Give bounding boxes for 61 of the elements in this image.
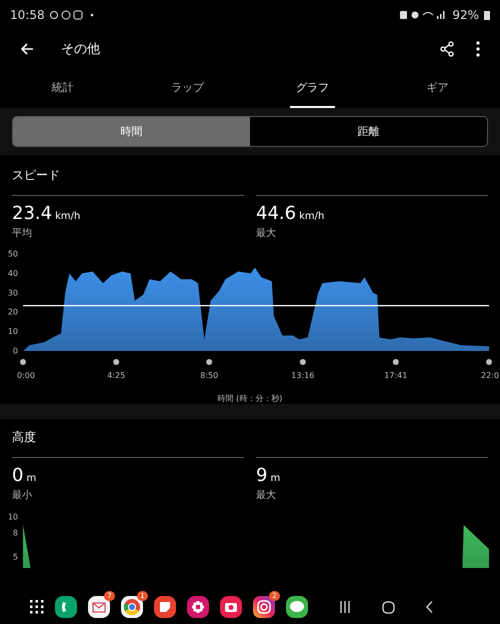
share-icon[interactable] <box>440 41 454 57</box>
back-nav-icon[interactable] <box>426 601 433 613</box>
x-tick-dot <box>300 359 306 365</box>
stat-unit: km/h <box>55 211 80 222</box>
system-icons <box>399 10 448 20</box>
screen-title: その他 <box>61 41 100 58</box>
x-tick-label: 22:0 <box>481 371 499 380</box>
home-icon[interactable] <box>382 600 395 614</box>
stat-value: 9 <box>256 465 268 486</box>
segment-button[interactable]: 時間 <box>13 117 250 146</box>
x-tick-dot <box>113 359 120 365</box>
recent-apps-icon[interactable] <box>339 601 351 613</box>
stat-label: 平均 <box>12 227 32 240</box>
camera-app-icon[interactable] <box>253 596 275 618</box>
flower-app-icon[interactable] <box>187 596 209 618</box>
x-tick-label: 8:50 <box>200 371 218 380</box>
y-tick-label: 50 <box>8 250 18 258</box>
section-title: 高度 <box>12 429 37 446</box>
x-tick-label: 17:41 <box>384 371 408 380</box>
x-tick-label: 4:25 <box>107 371 126 380</box>
x-tick-label: 0:00 <box>17 371 35 380</box>
y-tick-label: 8 <box>12 528 18 538</box>
tab[interactable]: 統計 <box>46 68 80 108</box>
mail-app-icon[interactable] <box>88 596 110 618</box>
back-icon[interactable] <box>20 43 34 55</box>
section-title: スピード <box>12 167 61 184</box>
x-axis-title: 時間 (時：分：秒) <box>218 394 282 403</box>
y-tick-label: 40 <box>8 268 18 278</box>
stat-label: 最大 <box>256 226 276 240</box>
apps-grid-icon[interactable] <box>30 600 44 614</box>
stat-unit: km/h <box>299 211 324 222</box>
stat-value: 0 <box>12 465 24 486</box>
x-tick-dot <box>486 359 492 365</box>
stat-unit: m <box>270 473 280 484</box>
x-tick-dot <box>392 359 399 365</box>
segment-button[interactable]: 距離 <box>250 117 487 146</box>
tab[interactable]: ギア <box>420 68 454 108</box>
y-tick-label: 5 <box>12 552 18 562</box>
status-time: 10:58 <box>10 8 45 22</box>
y-tick-label: 10 <box>8 512 18 522</box>
stat-label: 最小 <box>12 488 32 502</box>
camera-app-icon[interactable] <box>220 596 242 618</box>
browser-app-icon[interactable] <box>121 596 143 618</box>
chat-app-icon[interactable] <box>286 596 308 618</box>
phone-app-icon[interactable] <box>55 596 77 618</box>
tab[interactable]: ラップ <box>165 68 210 108</box>
y-tick-label: 20 <box>8 308 18 317</box>
y-tick-label: 30 <box>8 288 18 298</box>
x-tick-label: 13:16 <box>291 371 314 380</box>
x-tick-dot <box>20 359 26 365</box>
y-tick-label: 0 <box>12 346 18 356</box>
battery-icon <box>484 10 490 20</box>
notes-app-icon[interactable] <box>154 596 176 618</box>
stat-value: 44.6 <box>256 203 296 224</box>
stat-value: 23.4 <box>12 203 52 224</box>
more-icon[interactable] <box>476 41 480 57</box>
stat-label: 最大 <box>256 488 276 502</box>
y-tick-label: 10 <box>8 327 18 336</box>
stat-unit: m <box>26 473 36 484</box>
battery-percent: 92% <box>452 8 479 22</box>
x-tick-dot <box>206 359 212 365</box>
